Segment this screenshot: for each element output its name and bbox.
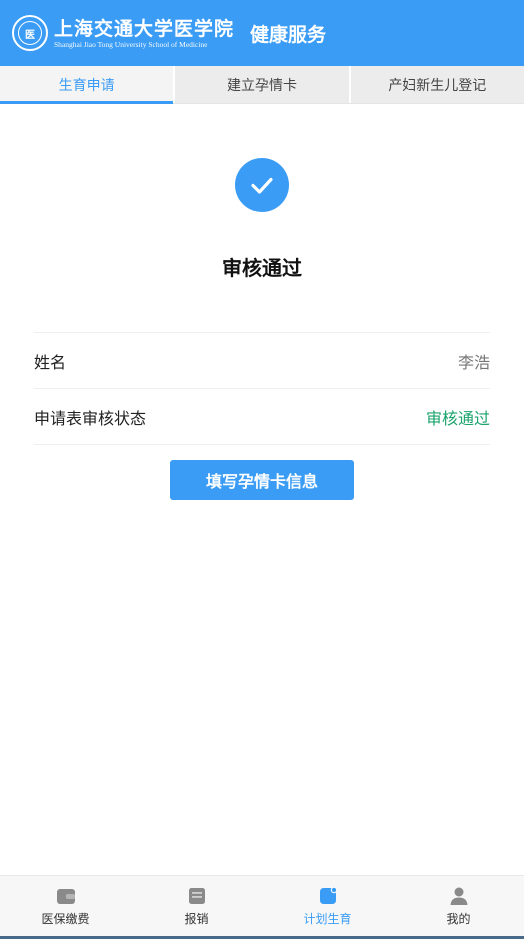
tab-birth-application[interactable]: 生育申请 [0, 66, 176, 104]
university-logo: 医 上海交通大学医学院 Shanghai Jiao Tong Universit… [12, 15, 234, 51]
status-title: 审核通过 [222, 258, 302, 280]
nav-item-family-planning[interactable]: 计划生育 [262, 876, 393, 939]
name-value: 李浩 [457, 354, 490, 372]
page-title: 健康服务 [250, 24, 327, 46]
bottom-nav: 医保缴费 报销 计划生育 我的 [0, 875, 524, 939]
logo-chinese-name: 上海交通大学医学院 [54, 17, 235, 40]
name-label: 姓名 [34, 354, 67, 372]
nav-item-medical-insurance[interactable]: 医保缴费 [0, 876, 131, 939]
info-row-name: 姓名 李浩 [34, 333, 490, 389]
tab-bar: 生育申请 建立孕情卡 产妇新生儿登记 [0, 66, 524, 104]
tab-pregnancy-card[interactable]: 建立孕情卡 [175, 66, 351, 103]
info-row-review-status: 申请表审核状态 审核通过 [34, 389, 490, 445]
nav-item-reimbursement[interactable]: 报销 [131, 876, 262, 939]
page: 医 上海交通大学医学院 Shanghai Jiao Tong Universit… [0, 0, 524, 939]
review-status-value: 审核通过 [425, 410, 490, 428]
seal-icon: 医 [12, 15, 48, 51]
info-list: 姓名 李浩 申请表审核状态 审核通过 [34, 332, 490, 445]
tab-newborn-registration[interactable]: 产妇新生儿登记 [350, 66, 524, 103]
nav-item-mine[interactable]: 我的 [393, 876, 524, 939]
wallet-icon [55, 885, 77, 907]
check-circle-icon [235, 158, 289, 212]
app-header: 医 上海交通大学医学院 Shanghai Jiao Tong Universit… [0, 0, 524, 66]
logo-english-name: Shanghai Jiao Tong University School of … [54, 39, 208, 49]
review-status-label: 申请表审核状态 [34, 410, 147, 428]
family-plan-icon [317, 885, 339, 907]
fill-pregnancy-card-button[interactable]: 填写孕情卡信息 [170, 460, 354, 500]
user-icon [448, 885, 470, 907]
receipt-icon [186, 885, 208, 907]
